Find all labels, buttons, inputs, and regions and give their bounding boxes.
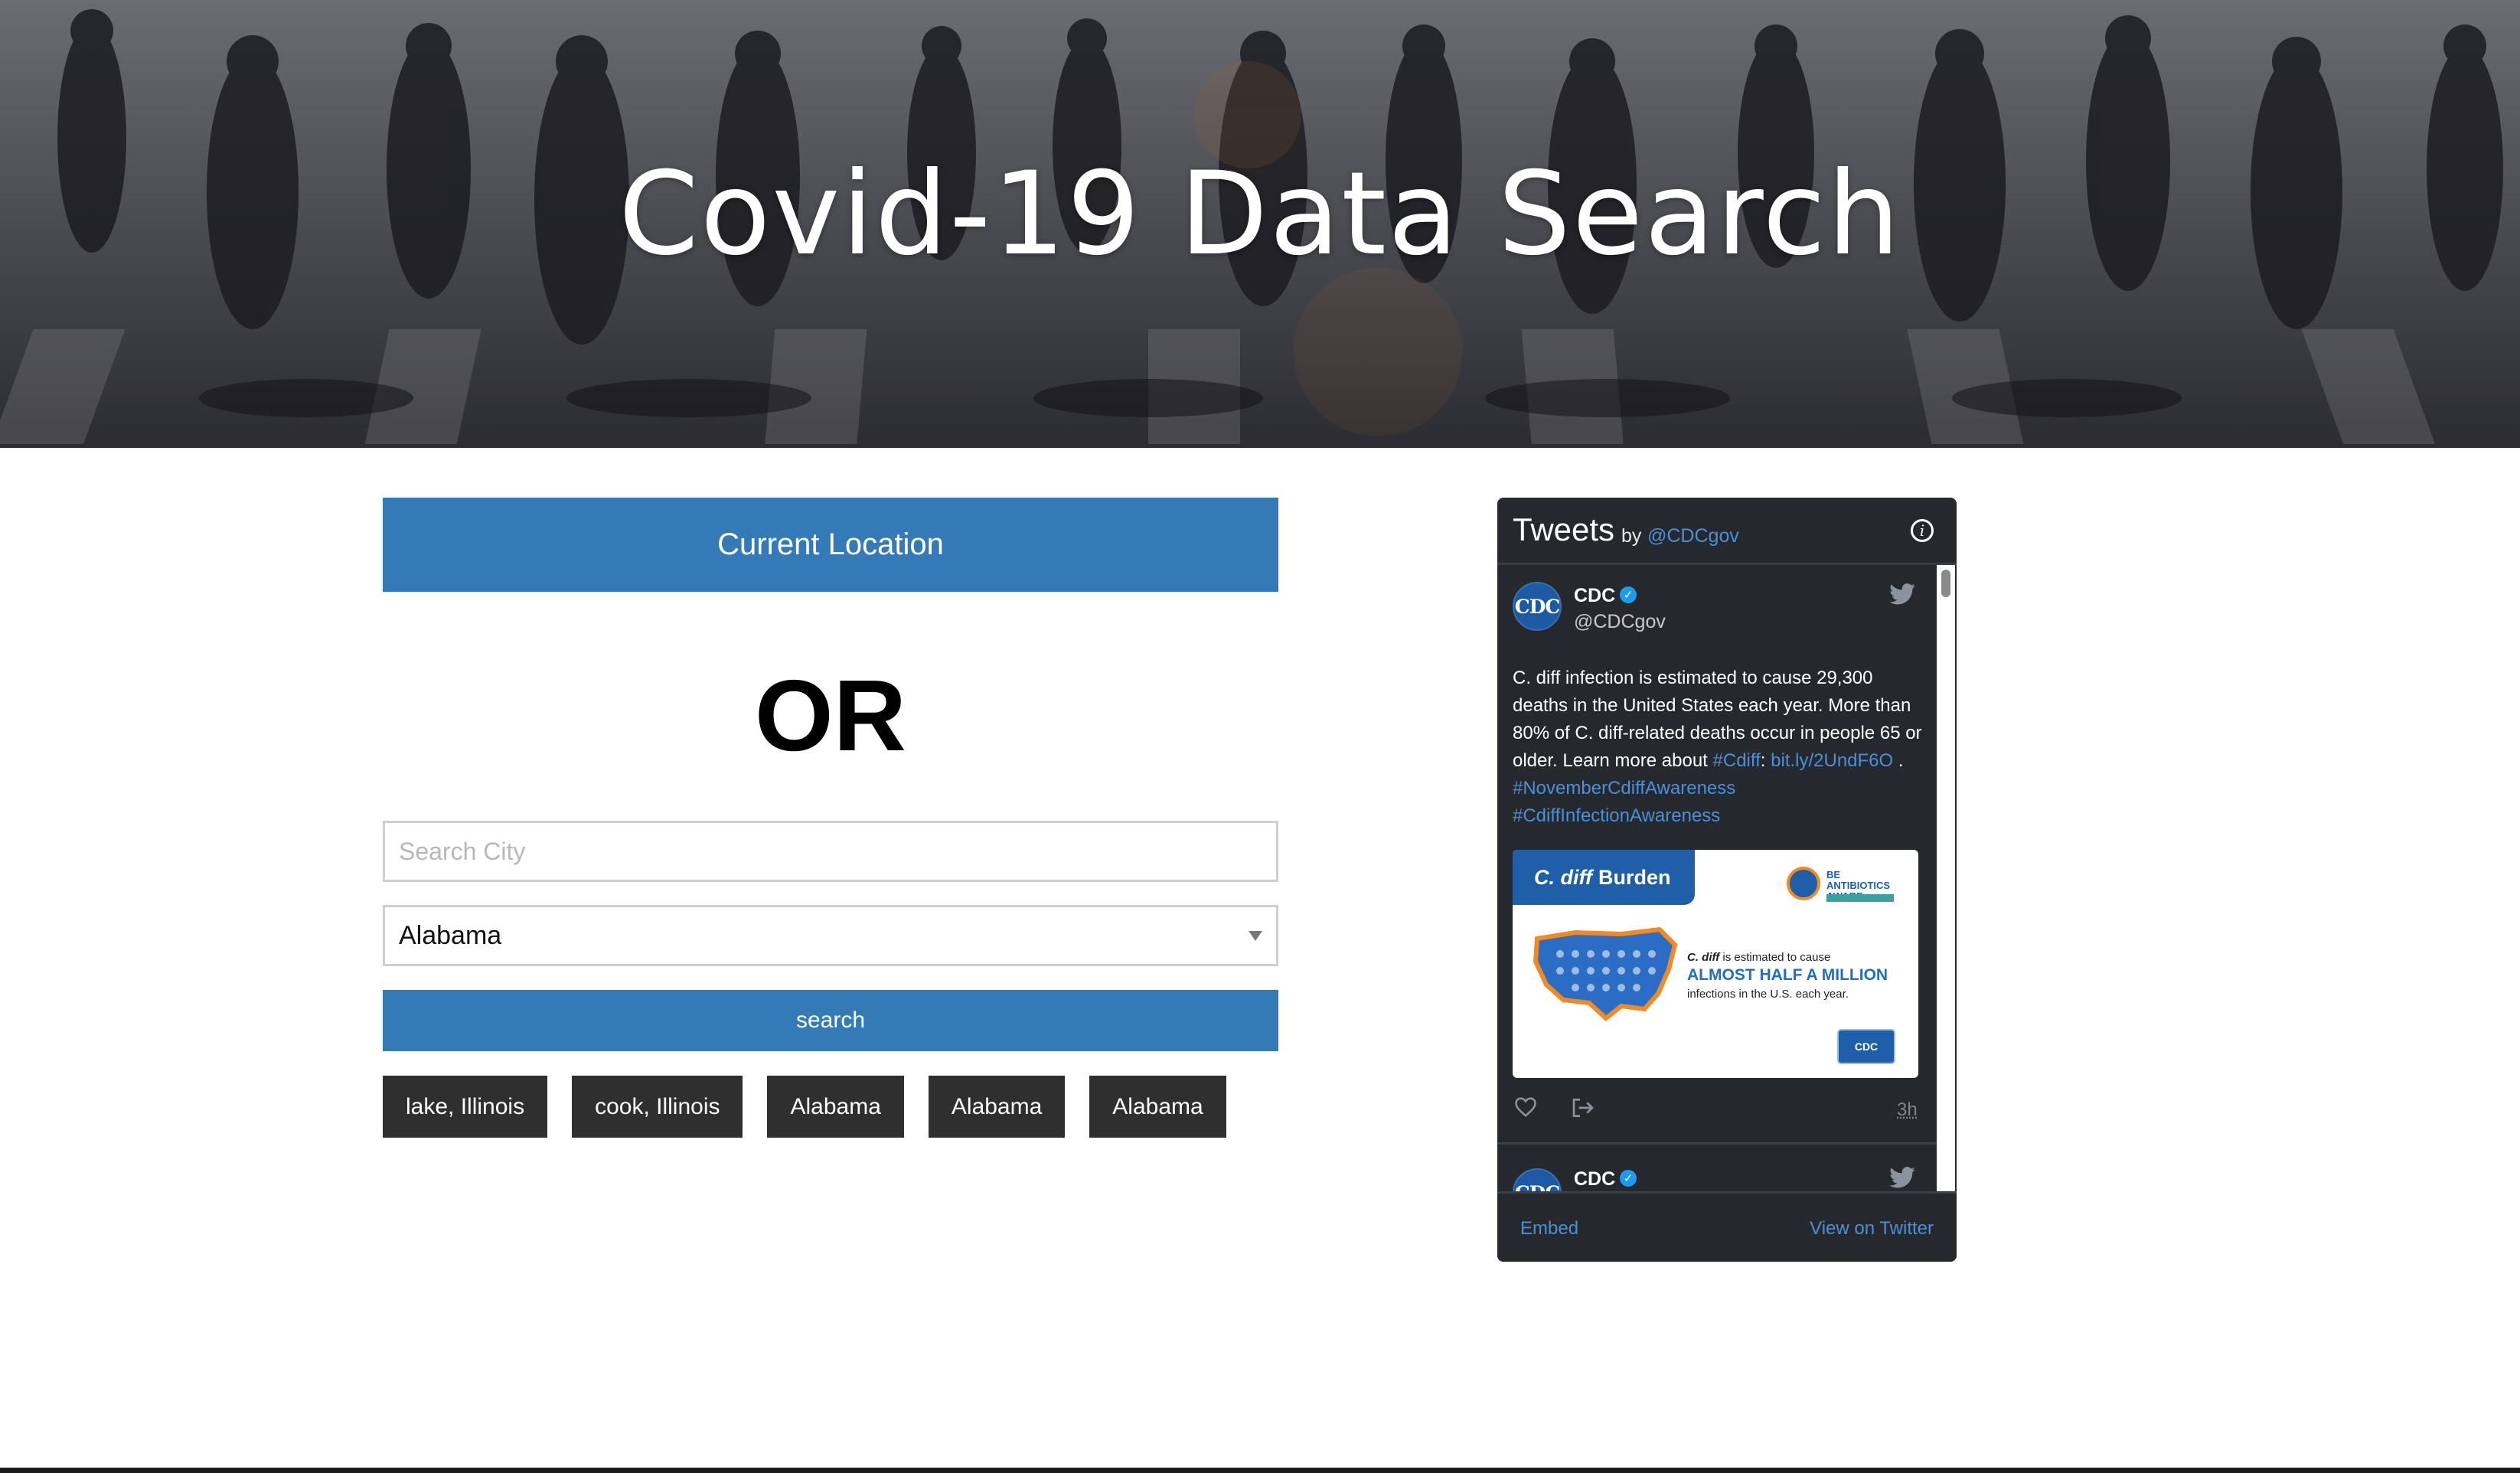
tweet-media-card[interactable]: C. diff Burden BE ANTIBIOTICS AWARE C. d…: [1513, 850, 1918, 1078]
card-line-2: ALMOST HALF A MILLION: [1687, 966, 1888, 984]
timeline-scroll-area[interactable]: CDC CDC ✓ @CDCgov C. diff infection is e…: [1497, 565, 1957, 1193]
select-arrow-icon: [1249, 931, 1262, 941]
or-divider: OR: [755, 659, 906, 772]
widget-title: Tweets: [1513, 511, 1615, 547]
antibiotics-logo-icon: [1787, 867, 1820, 900]
avatar[interactable]: CDC: [1513, 582, 1562, 631]
hashtag-link[interactable]: #NovemberCdiffAwareness: [1513, 778, 1735, 799]
cdc-badge: CDC: [1837, 1029, 1895, 1064]
hero-banner: Covid-19 Data Search: [0, 0, 2520, 448]
current-location-button[interactable]: Current Location: [383, 498, 1278, 592]
page-title: Covid-19 Data Search: [618, 148, 1901, 281]
tweet-colon: :: [1760, 750, 1766, 771]
card-line-1-italic: C. diff: [1687, 951, 1720, 964]
card-logo-bar: [1826, 894, 1894, 902]
tweet-author-handle[interactable]: @CDCgov: [1574, 611, 1666, 633]
hashtag-link[interactable]: #Cdiff: [1713, 750, 1761, 771]
search-history: lake, Illinois cook, Illinois Alabama Al…: [383, 1076, 1226, 1138]
history-button[interactable]: Alabama: [767, 1076, 904, 1138]
page-bottom-border: [0, 1468, 2520, 1473]
us-map-icon: [1533, 926, 1678, 1021]
card-tab-italic: C. diff: [1534, 865, 1592, 889]
widget-by-label: by: [1621, 525, 1642, 547]
state-select-value: Alabama: [399, 920, 502, 950]
card-line-1-text: is estimated to cause: [1722, 951, 1831, 964]
card-tab-text: Burden: [1598, 865, 1671, 889]
url-link[interactable]: bit.ly/2UndF6O: [1771, 750, 1893, 771]
embed-link[interactable]: Embed: [1520, 1218, 1578, 1239]
state-select[interactable]: Alabama: [383, 905, 1278, 966]
share-icon[interactable]: [1571, 1096, 1595, 1119]
search-city-input[interactable]: [383, 821, 1278, 882]
avatar[interactable]: CDC: [1513, 1168, 1562, 1193]
info-icon[interactable]: i: [1911, 519, 1934, 542]
tweet-author-name[interactable]: CDC: [1574, 585, 1615, 607]
tweet-separator: [1497, 1142, 1937, 1145]
history-button[interactable]: Alabama: [1089, 1076, 1226, 1138]
hashtag-link[interactable]: #CdiffInfectionAwareness: [1513, 805, 1720, 826]
card-line-3: infections in the U.S. each year.: [1687, 988, 1849, 1001]
tweet-text: C. diff infection is estimated to cause …: [1513, 665, 1926, 830]
twitter-timeline-widget: Tweets by @CDCgov i CDC CDC ✓ @CDCgov C.…: [1497, 498, 1957, 1262]
twitter-bird-icon[interactable]: [1889, 583, 1915, 605]
tweet-period: .: [1898, 750, 1904, 771]
tweet-actions: 3h: [1497, 1093, 1934, 1124]
tweet-timestamp[interactable]: 3h: [1897, 1099, 1918, 1121]
widget-header: Tweets by @CDCgov i: [1497, 498, 1957, 565]
verified-icon: ✓: [1620, 586, 1637, 603]
heart-icon[interactable]: [1514, 1096, 1537, 1118]
scrollbar-thumb[interactable]: [1941, 570, 1950, 597]
scrollbar-track[interactable]: [1937, 565, 1955, 1193]
tweet-author-name[interactable]: CDC: [1574, 1168, 1615, 1190]
widget-footer: Embed View on Twitter: [1497, 1191, 1957, 1262]
view-on-twitter-link[interactable]: View on Twitter: [1810, 1218, 1934, 1239]
twitter-bird-icon[interactable]: [1889, 1167, 1915, 1188]
card-line-1: C. diff is estimated to cause: [1687, 951, 1830, 964]
history-button[interactable]: lake, Illinois: [383, 1076, 548, 1138]
history-button[interactable]: cook, Illinois: [572, 1076, 743, 1138]
search-button[interactable]: search: [383, 990, 1278, 1051]
card-tab: C. diff Burden: [1513, 850, 1695, 905]
verified-icon: ✓: [1620, 1170, 1637, 1187]
history-button[interactable]: Alabama: [928, 1076, 1066, 1138]
account-link[interactable]: @CDCgov: [1647, 525, 1739, 547]
